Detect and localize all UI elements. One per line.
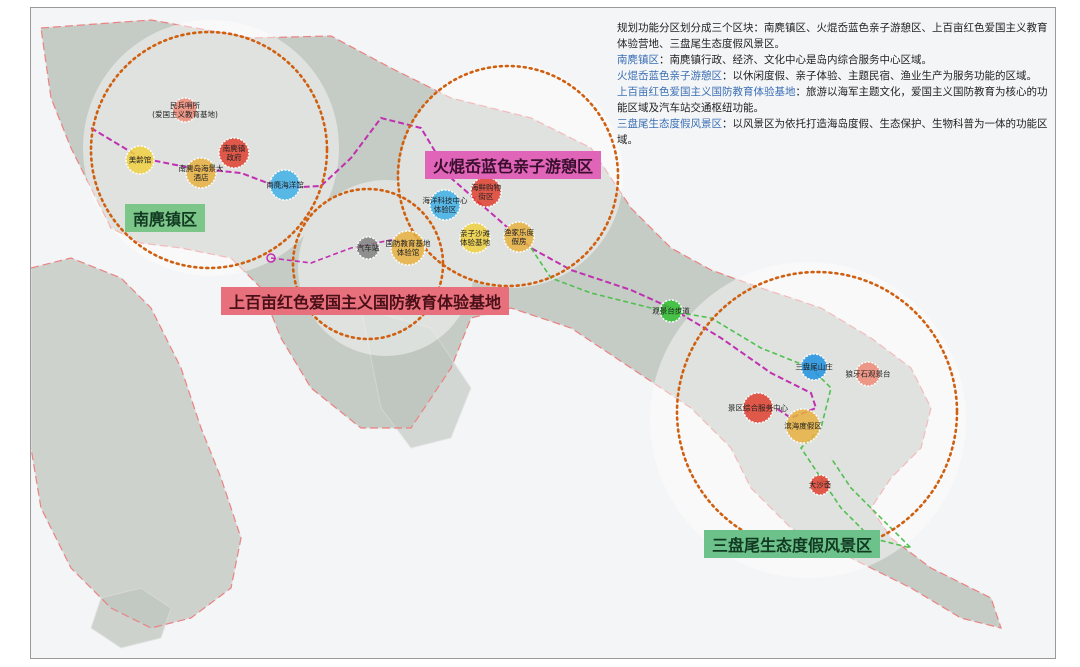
poi-label: 三盘尾山庄 [795, 362, 833, 372]
poi-label: 亲子沙滩 体验基地 [460, 229, 490, 247]
description-zone-name: 火焜岙蓝色亲子游憩区 [617, 70, 722, 82]
description-zone-name: 上百亩红色爱国主义国防教育体验基地 [617, 86, 796, 98]
description-item: 火焜岙蓝色亲子游憩区：以休闲度假、亲子体验、主题民宿、渔业生产为服务功能的区域。 [617, 68, 1049, 84]
map-frame: 规划功能分区划分成三个区块：南麂镇区、火焜岙蓝色亲子游憩区、上百亩红色爱国主义教… [30, 7, 1056, 659]
zone-label-sanpanwei: 三盘尾生态度假风景区 [704, 530, 881, 558]
zone-label-nanji-town: 南麂镇区 [125, 204, 206, 232]
poi-label: 南麂岛海景大 酒店 [178, 164, 224, 182]
poi-label: 南麂镇 政府 [222, 144, 246, 162]
poi-label: 国防教育基地 体验馆 [385, 239, 431, 257]
description-item: 上百亩红色爱国主义国防教育体验基地：旅游以海军主题文化，爱国主义国防教育为核心的… [617, 84, 1049, 116]
poi-label: 海鲜购物 街区 [471, 183, 501, 201]
description-intro: 规划功能分区划分成三个区块：南麂镇区、火焜岙蓝色亲子游憩区、上百亩红色爱国主义教… [617, 22, 1048, 50]
poi-label: 渔家乐度 假房 [504, 228, 534, 246]
description-item: 南麂镇区：南麂镇行政、经济、文化中心是岛内综合服务中心区域。 [617, 52, 1049, 68]
zone-label-shangbaimu: 上百亩红色爱国主义国防教育体验基地 [221, 287, 510, 315]
zone-label-huokun-bay: 火焜岙蓝色亲子游憩区 [425, 151, 602, 179]
description-zone-name: 南麂镇区 [617, 54, 659, 66]
poi-label: 南麂海洋馆 [266, 180, 304, 190]
poi-label: 美龄馆 [128, 155, 152, 165]
poi-label: 狼牙石观景台 [845, 369, 891, 379]
description-panel: 规划功能分区划分成三个区块：南麂镇区、火焜岙蓝色亲子游憩区、上百亩红色爱国主义教… [617, 20, 1049, 148]
description-zone-text: ：以休闲度假、亲子体验、主题民宿、渔业生产为服务功能的区域。 [722, 70, 1037, 82]
poi-label: 海洋科技中心 体验区 [422, 196, 468, 214]
poi-label: 景区综合服务中心 [728, 403, 788, 413]
poi-label: 观景台步道 [652, 306, 690, 316]
poi-label: 汽车站 [356, 243, 380, 253]
poi-label: 大沙岙 [808, 480, 832, 490]
description-item: 三盘尾生态度假风景区：以风景区为依托打造海岛度假、生态保护、生物科普为一体的功能… [617, 116, 1049, 148]
poi-label: 滨海度假区 [784, 421, 822, 431]
poi-label: 民兵哨所 (爱国主义教育基地) [152, 101, 218, 119]
description-zone-name: 三盘尾生态度假风景区 [617, 118, 722, 130]
description-zone-text: ：南麂镇行政、经济、文化中心是岛内综合服务中心区域。 [659, 54, 932, 66]
